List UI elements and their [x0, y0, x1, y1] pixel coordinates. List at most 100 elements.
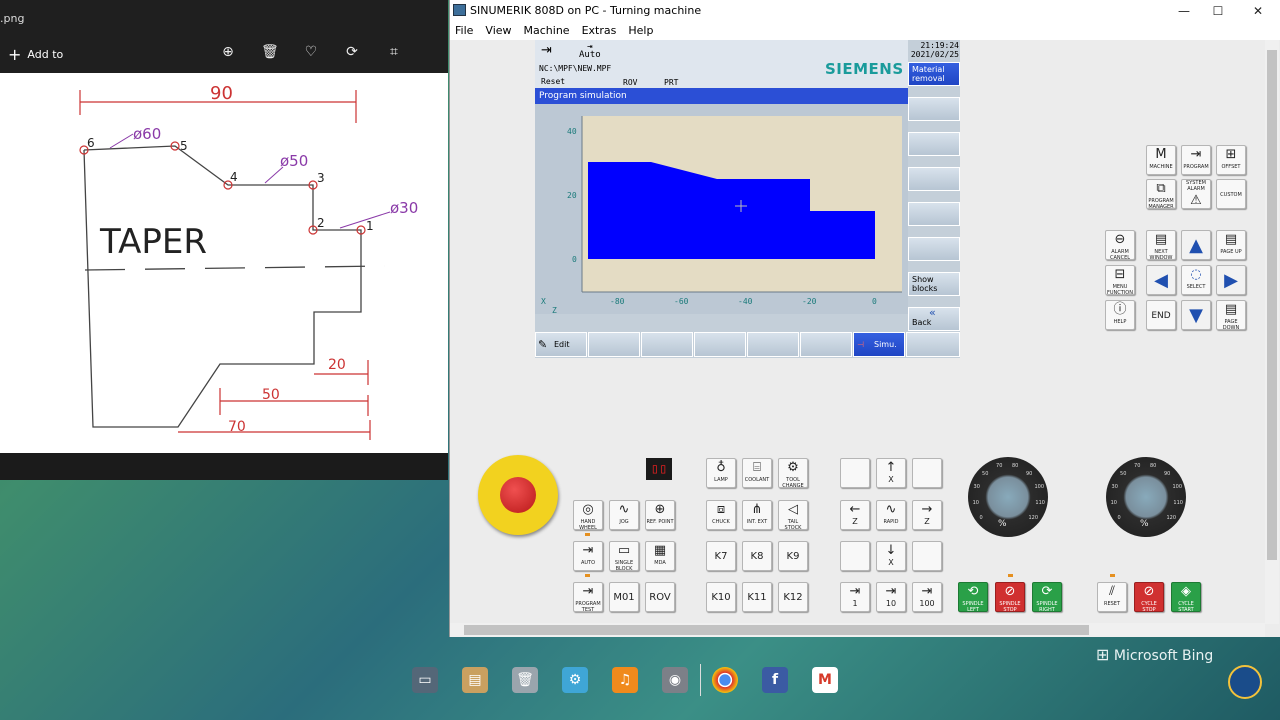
menu-help[interactable]: Help [628, 22, 653, 40]
cycle-stop-key[interactable]: ⊘ CYCLE STOP [1134, 582, 1164, 613]
axis-minus-x-key[interactable]: ↓ X [876, 541, 906, 571]
gmail-icon[interactable]: M [812, 667, 838, 693]
arrow-right-key[interactable]: ▶ [1216, 265, 1246, 295]
facebook-icon[interactable]: f [762, 667, 788, 693]
rov-key[interactable]: ROV [645, 582, 675, 612]
heart-icon[interactable]: ♡ [303, 44, 319, 60]
softkey-v4[interactable] [908, 167, 960, 191]
int-ext-key[interactable]: ⋔ INT. EXT [742, 500, 772, 530]
page-up-key[interactable]: ▤ PAGE UP [1216, 230, 1246, 260]
chuck-key[interactable]: ⧈ CHUCK [706, 500, 736, 530]
menu-machine[interactable]: Machine [524, 22, 570, 40]
rotate-icon[interactable]: ⟳ [344, 44, 360, 60]
menu-view[interactable]: View [485, 22, 511, 40]
trash-icon[interactable]: 🗑 [512, 667, 538, 693]
menu-extras[interactable]: Extras [582, 22, 617, 40]
add-to-button[interactable]: + Add to [8, 45, 63, 64]
music-icon[interactable]: ♫ [612, 667, 638, 693]
axis-blank-key-3[interactable] [840, 541, 870, 571]
softkey-v3[interactable] [908, 132, 960, 156]
increment-1-key[interactable]: ⇥ 1 [840, 582, 870, 612]
increment-100-key[interactable]: ⇥ 100 [912, 582, 942, 612]
softkey-v5[interactable] [908, 202, 960, 226]
menu-function-key[interactable]: ⊟ MENU FUNCTION [1105, 265, 1135, 296]
softkey-h4[interactable] [694, 332, 746, 357]
delete-icon[interactable]: 🗑 [261, 44, 279, 60]
zoom-in-icon[interactable]: ⊕ [220, 44, 236, 60]
softkey-v6[interactable] [908, 237, 960, 261]
crop-icon[interactable]: ⌗ [386, 44, 402, 60]
machine-key[interactable]: M MACHINE [1146, 145, 1176, 175]
spindle-stop-key[interactable]: ⊘ SPINDLE STOP [995, 582, 1025, 613]
m01-key[interactable]: M01 [609, 582, 639, 612]
maximize-icon[interactable]: ☐ [1198, 2, 1238, 20]
tail-stock-key[interactable]: ◁ TAIL STOCK [778, 500, 808, 531]
softkey-h3[interactable] [641, 332, 693, 357]
k8-key[interactable]: K8 [742, 541, 772, 571]
next-window-key[interactable]: ▤ NEXT WINDOW [1146, 230, 1176, 261]
arrow-down-key[interactable]: ▼ [1181, 300, 1211, 330]
softkey-h8[interactable] [906, 332, 960, 357]
settings-icon[interactable]: ⚙ [562, 667, 588, 693]
reset-key[interactable]: ⫽ RESET [1097, 582, 1127, 612]
axis-blank-key-4[interactable] [912, 541, 942, 571]
system-alarm-key[interactable]: SYSTEM ALARM ⚠ [1181, 179, 1211, 209]
help-key[interactable]: ⓘ HELP [1105, 300, 1135, 330]
k9-key[interactable]: K9 [778, 541, 808, 571]
alarm-cancel-key[interactable]: ⊖ ALARM CANCEL [1105, 230, 1135, 261]
program-manager-key[interactable]: ⧉ PROGRAM MANAGER [1146, 179, 1176, 210]
page-down-key[interactable]: ▤ PAGE DOWN [1216, 300, 1246, 331]
spindle-override-dial[interactable]: % 0 10 30 50 70 80 90 100 110 120 [968, 457, 1048, 537]
single-block-key[interactable]: ▭ SINGLE BLOCK [609, 541, 639, 572]
axis-plus-z-key[interactable]: → Z [912, 500, 942, 530]
vertical-scroll-thumb[interactable] [1267, 50, 1277, 560]
softkey-edit[interactable]: ✎ Edit [535, 332, 587, 357]
softkey-material-removal[interactable]: Material removal [908, 62, 960, 86]
softkey-h6[interactable] [800, 332, 852, 357]
arrow-up-key[interactable]: ▲ [1181, 230, 1211, 260]
handwheel-key[interactable]: ◎ HAND WHEEL [573, 500, 603, 531]
arrow-left-key[interactable]: ◀ [1146, 265, 1176, 295]
softkey-simu[interactable]: ⊣ Simu. [853, 332, 905, 357]
axis-blank-key-1[interactable] [840, 458, 870, 488]
softkey-show-blocks[interactable]: Show blocks [908, 272, 960, 296]
softkey-h5[interactable] [747, 332, 799, 357]
spindle-left-key[interactable]: ⟲ SPINDLE LEFT [958, 582, 988, 613]
chrome-icon[interactable] [712, 667, 738, 693]
emergency-stop-button[interactable] [478, 455, 558, 535]
program-test-key[interactable]: ⇥ PROGRAM TEST [573, 582, 603, 613]
mda-key[interactable]: ▦ MDA [645, 541, 675, 571]
axis-blank-key-2[interactable] [912, 458, 942, 488]
custom-key[interactable]: CUSTOM [1216, 179, 1246, 209]
computer-icon[interactable]: ▭ [412, 667, 438, 693]
offset-key[interactable]: ⊞ OFFSET [1216, 145, 1246, 175]
coolant-key[interactable]: ⌸ COOLANT [742, 458, 772, 488]
camera-icon[interactable]: ◉ [662, 667, 688, 693]
softkey-v2[interactable] [908, 97, 960, 121]
rapid-key[interactable]: ∿ RAPID [876, 500, 906, 530]
increment-10-key[interactable]: ⇥ 10 [876, 582, 906, 612]
auto-key[interactable]: ⇥ AUTO [573, 541, 603, 571]
feed-override-dial[interactable]: % 0 10 30 50 70 80 90 100 110 120 [1106, 457, 1186, 537]
program-key[interactable]: ⇥ PROGRAM [1181, 145, 1211, 175]
k7-key[interactable]: K7 [706, 541, 736, 571]
axis-minus-z-key[interactable]: ← Z [840, 500, 870, 530]
close-icon[interactable]: ✕ [1238, 2, 1278, 20]
notes-icon[interactable]: ▤ [462, 667, 488, 693]
horizontal-scroll-thumb[interactable] [464, 625, 1089, 635]
lamp-key[interactable]: ♁ LAMP [706, 458, 736, 488]
softkey-back[interactable]: « Back [908, 307, 960, 331]
select-key[interactable]: ◌ SELECT [1181, 265, 1211, 295]
cycle-start-key[interactable]: ◈ CYCLE START [1171, 582, 1201, 613]
k10-key[interactable]: K10 [706, 582, 736, 612]
end-key[interactable]: END [1146, 300, 1176, 330]
menu-file[interactable]: File [455, 22, 473, 40]
k12-key[interactable]: K12 [778, 582, 808, 612]
spindle-right-key[interactable]: ⟳ SPINDLE RIGHT [1032, 582, 1062, 613]
jog-key[interactable]: ∿ JOG [609, 500, 639, 530]
softkey-h2[interactable] [588, 332, 640, 357]
k11-key[interactable]: K11 [742, 582, 772, 612]
axis-plus-x-key[interactable]: ↑ X [876, 458, 906, 488]
tool-change-key[interactable]: ⚙ TOOL CHANGE [778, 458, 808, 489]
ref-point-key[interactable]: ⊕ REF. POINT [645, 500, 675, 530]
